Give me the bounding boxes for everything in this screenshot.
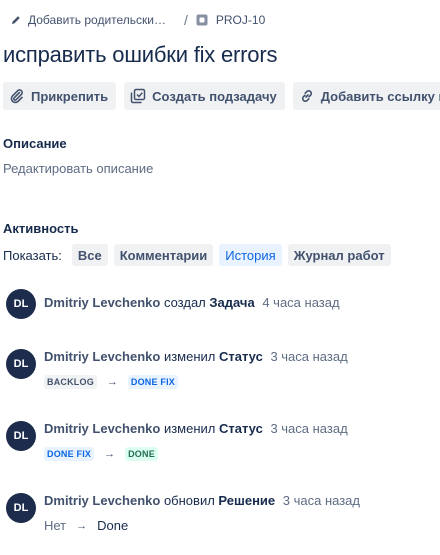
arrow-right-icon: → <box>76 519 88 532</box>
field-name: Статус <box>219 421 263 436</box>
avatar[interactable]: DL <box>6 493 36 523</box>
user-name[interactable]: Dmitriy Levchenko <box>44 349 160 364</box>
resolution-from: Нет <box>44 518 67 533</box>
history-line: Dmitriy Levchenko создал Задача 4 часа н… <box>44 295 340 310</box>
description-editor[interactable]: Редактировать описание <box>3 161 153 176</box>
timestamp: 3 часа назад <box>282 493 360 508</box>
add-parent-label: Добавить родительски… <box>28 13 166 27</box>
filter-worklog-button[interactable]: Журнал работ <box>287 244 391 266</box>
show-label: Показать: <box>3 247 62 263</box>
history-line: Dmitriy Levchenko обновил Решение 3 часа… <box>44 493 360 508</box>
project-icon <box>196 14 208 26</box>
breadcrumb: Добавить родительски… / PROJ-10 <box>10 12 265 28</box>
add-link-label: Добавить ссылку на <box>320 88 440 104</box>
activity-filter: Показать: Все Комментарии История Журнал… <box>3 244 391 266</box>
action-text: изменил <box>163 421 216 436</box>
action-text: создал <box>163 295 206 310</box>
resolution-to: Done <box>97 518 129 533</box>
resolution-change: Нет → Done <box>44 518 128 533</box>
add-link-button[interactable]: Добавить ссылку на <box>292 82 440 110</box>
create-subtask-button[interactable]: Создать подзадачу <box>124 82 285 110</box>
timestamp: 4 часа назад <box>262 295 340 310</box>
paperclip-icon <box>10 89 23 104</box>
action-text: изменил <box>163 349 216 364</box>
status-change: DONE FIX → DONE <box>44 447 158 461</box>
timestamp: 3 часа назад <box>270 421 348 436</box>
history-line: Dmitriy Levchenko изменил Статус 3 часа … <box>44 349 348 364</box>
create-subtask-label: Создать подзадачу <box>152 88 277 104</box>
arrow-right-icon: → <box>106 376 118 388</box>
user-name[interactable]: Dmitriy Levchenko <box>44 493 160 508</box>
issue-title[interactable]: исправить ошибки fix errors <box>3 42 277 68</box>
filter-comments-button[interactable]: Комментарии <box>113 244 214 266</box>
status-from-lozenge: BACKLOG <box>44 375 97 389</box>
status-from-lozenge: DONE FIX <box>44 447 95 461</box>
status-to-lozenge: DONE <box>125 447 158 461</box>
issue-key-link[interactable]: PROJ-10 <box>196 13 265 27</box>
issue-key: PROJ-10 <box>215 13 266 27</box>
status-change: BACKLOG → DONE FIX <box>44 375 179 389</box>
subtask-icon <box>130 88 146 104</box>
field-name: Статус <box>219 349 263 364</box>
field-name: Решение <box>218 493 276 508</box>
breadcrumb-separator: / <box>184 12 188 28</box>
link-icon <box>301 90 312 102</box>
field-name: Задача <box>209 295 255 310</box>
history-line: Dmitriy Levchenko изменил Статус 3 часа … <box>44 421 348 436</box>
avatar[interactable]: DL <box>6 421 36 451</box>
activity-heading: Активность <box>3 221 79 236</box>
arrow-right-icon: → <box>104 448 116 460</box>
filter-history-button[interactable]: История <box>219 244 282 266</box>
filter-all-button[interactable]: Все <box>71 244 108 266</box>
action-text: обновил <box>163 493 215 508</box>
issue-toolbar: Прикрепить Создать подзадачу Добавить сс… <box>3 82 440 110</box>
avatar[interactable]: DL <box>6 289 36 319</box>
status-to-lozenge: DONE FIX <box>127 375 179 389</box>
attach-button[interactable]: Прикрепить <box>3 82 117 110</box>
avatar[interactable]: DL <box>6 349 36 379</box>
add-parent-link[interactable]: Добавить родительски… <box>10 13 166 27</box>
timestamp: 3 часа назад <box>270 349 348 364</box>
user-name[interactable]: Dmitriy Levchenko <box>44 295 160 310</box>
attach-label: Прикрепить <box>31 88 109 104</box>
description-heading: Описание <box>3 136 67 151</box>
user-name[interactable]: Dmitriy Levchenko <box>44 421 160 436</box>
pencil-icon <box>12 16 20 24</box>
